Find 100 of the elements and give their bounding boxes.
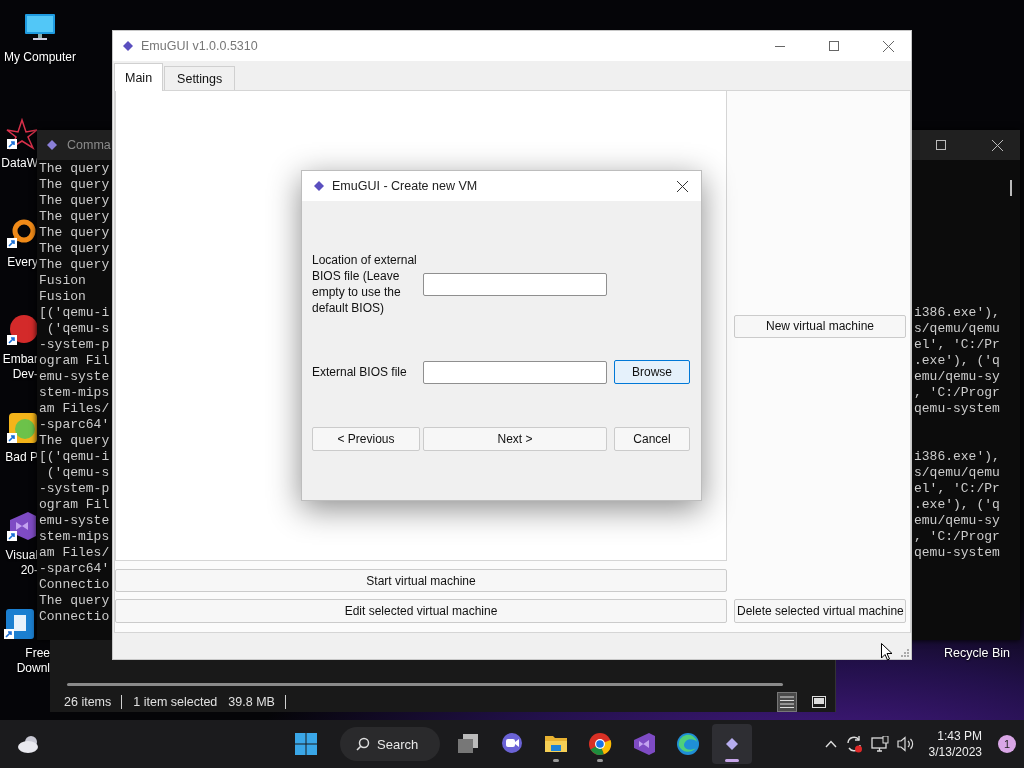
console-line: emu/qemu-sy (914, 513, 1001, 529)
console-line: stem-mips (39, 529, 111, 545)
console-line: stem-mips (39, 385, 111, 401)
horizontal-scrollbar[interactable] (67, 683, 783, 686)
chevron-up-icon[interactable] (824, 740, 837, 748)
start-icon (295, 733, 317, 755)
status-text: 26 items (64, 695, 123, 709)
input-field[interactable] (423, 272, 607, 296)
desktop-icon-label: Every (7, 255, 38, 270)
console-line: -sparc64' (39, 417, 111, 433)
app-icon (314, 181, 324, 191)
browse-button[interactable]: Browse (614, 360, 690, 384)
starburst-icon[interactable] (6, 118, 38, 150)
desktop-icon-label: Embar Dev- (2, 352, 38, 382)
mouse-cursor-icon (881, 643, 893, 661)
new-vm-button[interactable]: New virtual machine (734, 314, 906, 338)
status-text: 39.8 MB (228, 695, 286, 709)
square-tile-icon[interactable] (3, 608, 35, 640)
console-line: The query (39, 161, 111, 177)
console-line: Fusion (39, 289, 87, 305)
console-line: Fusion (39, 273, 87, 289)
network-icon[interactable] (870, 736, 889, 752)
console-line: emu/qemu-sy (914, 369, 1001, 385)
sync-icon[interactable] (844, 735, 863, 753)
console-line: Connectio (39, 577, 111, 593)
volume-icon[interactable] (896, 736, 915, 752)
console-line: ('qemu-s (45, 465, 111, 481)
cancel-button[interactable]: Cancel (614, 427, 690, 451)
input-field[interactable] (423, 360, 607, 384)
clock[interactable]: 1:43 PM 3/13/2023 (922, 728, 990, 760)
next-button[interactable]: Next > (423, 427, 607, 451)
maximize-icon (936, 140, 946, 150)
console-line: .exe'), ('q (914, 353, 1001, 369)
console-line: The query (39, 177, 111, 193)
console-line: qemu-system (914, 401, 1001, 417)
notification-badge[interactable]: 1 (998, 735, 1016, 753)
previous-button[interactable]: < Previous (312, 427, 420, 451)
console-line: The query (39, 209, 111, 225)
console-line: ('qemu-s (45, 321, 111, 337)
field-label: External BIOS file (312, 364, 408, 380)
console-line: ogram Fil (39, 353, 111, 369)
taskbar-button[interactable] (712, 724, 752, 764)
desktop-icon-label: Visual 20- (5, 548, 38, 578)
window-title: EmuGUI v1.0.0.5310 (141, 39, 258, 53)
windows-stack-icon (456, 732, 480, 756)
desktop-icon-label: Bad P (5, 450, 38, 465)
search-button[interactable]: Search (340, 727, 440, 761)
desktop-icon-label: Recycle Bin (944, 646, 1010, 660)
tab[interactable]: Main (114, 63, 164, 91)
window-title: Comma (67, 138, 111, 152)
console-line: The query (39, 225, 111, 241)
browser-icon (588, 732, 612, 756)
console-line: The query (39, 193, 111, 209)
search-icon (356, 737, 370, 751)
app-tile-icon[interactable] (6, 412, 38, 444)
console-line: am Files/ (39, 545, 111, 561)
delete-button[interactable]: Delete selected virtual machine (734, 599, 906, 623)
console-line: The query (39, 433, 111, 449)
app-icon (123, 41, 133, 51)
tile-view-icon (812, 696, 826, 708)
scrollbar-thumb[interactable] (1010, 180, 1012, 196)
desktop-icon-label: Free Downl (16, 646, 50, 676)
desktop-icon-label: DataW (1, 156, 38, 171)
console-line: s/qemu/qemu (914, 321, 1001, 337)
close-icon (991, 139, 1003, 151)
console-line: i386.exe'), (914, 449, 1001, 465)
console-line: [('qemu-i (39, 305, 111, 321)
ribbon-icon (632, 732, 656, 756)
minimize-icon (775, 45, 785, 47)
resize-grip[interactable] (901, 649, 909, 657)
close-icon (882, 40, 894, 52)
console-line: emu-syste (39, 513, 111, 529)
console-line: The query (39, 241, 111, 257)
console-line: , 'C:/Progr (914, 529, 1001, 545)
tab[interactable]: Settings (164, 66, 236, 90)
field-label: Location of external BIOS file (Leave empty to use the default BIOS) (312, 252, 418, 316)
console-line: qemu-system (914, 545, 1001, 561)
view-button[interactable] (777, 692, 797, 712)
close-icon (676, 180, 688, 192)
ribbon-icon[interactable] (6, 510, 38, 542)
console-line: -system-p (39, 481, 111, 497)
round-app-icon[interactable] (6, 314, 38, 346)
console-line: ogram Fil (39, 497, 111, 513)
console-line: The query (39, 593, 111, 609)
console-line: [('qemu-i (39, 449, 111, 465)
console-line: emu-syste (39, 369, 111, 385)
console-line: am Files/ (39, 401, 111, 417)
console-line: , 'C:/Progr (914, 385, 1001, 401)
console-line: el', 'C:/Pr (914, 481, 1001, 497)
console-line: -sparc64' (39, 561, 111, 577)
edit-button[interactable]: Edit selected virtual machine (115, 599, 727, 623)
app-icon (47, 140, 57, 150)
start-button[interactable]: Start virtual machine (115, 569, 727, 592)
ring-icon[interactable] (6, 217, 38, 249)
wave-browser-icon (676, 732, 700, 756)
video-chat-icon (500, 732, 524, 756)
status-text: 1 item selected (133, 695, 218, 709)
dialog-title: EmuGUI - Create new VM (332, 179, 478, 193)
maximize-icon (829, 41, 839, 51)
console-line: el', 'C:/Pr (914, 337, 1001, 353)
